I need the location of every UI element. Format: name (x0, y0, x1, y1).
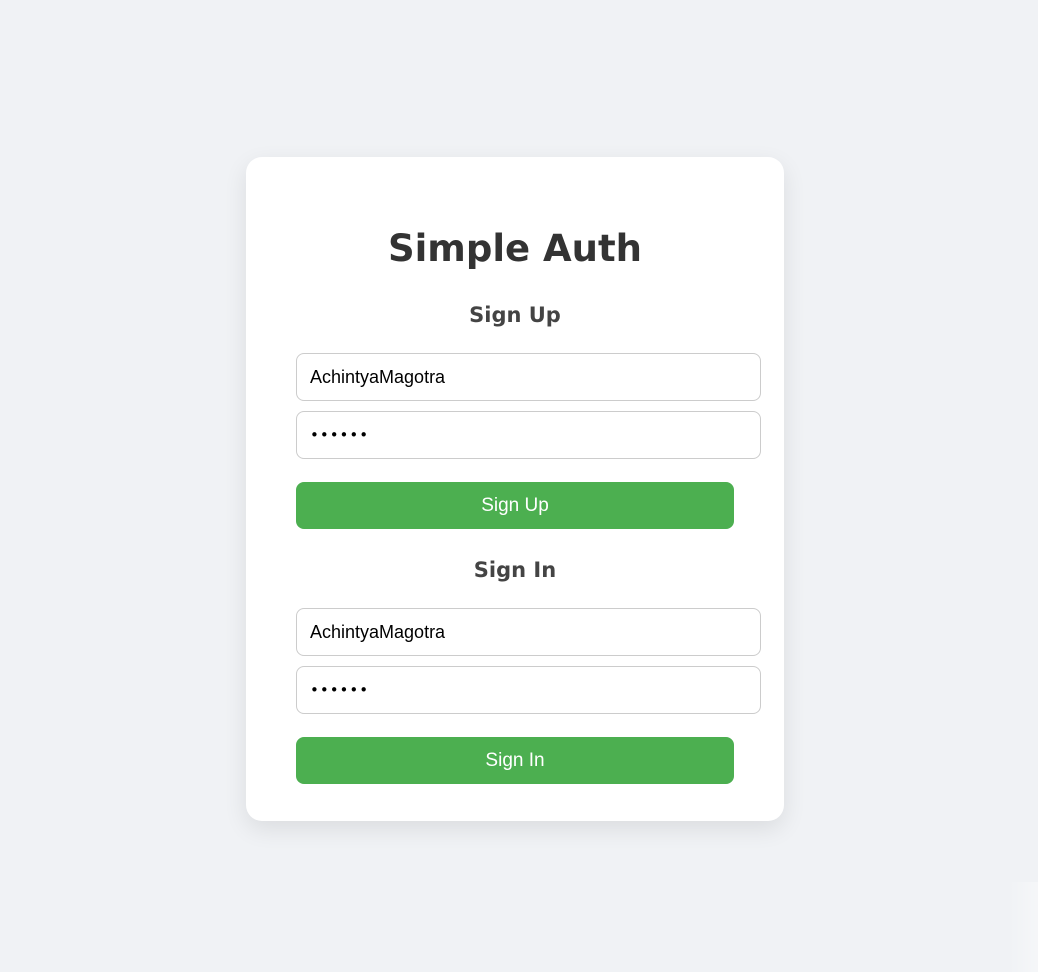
corner-decoration (1008, 882, 1038, 972)
signin-username-input[interactable] (296, 608, 761, 656)
signup-heading: Sign Up (469, 303, 561, 327)
signup-username-input[interactable] (296, 353, 761, 401)
signup-password-input[interactable] (296, 411, 761, 459)
page-title: Simple Auth (387, 227, 643, 270)
signin-button[interactable]: Sign In (296, 737, 734, 784)
auth-card: Simple Auth Sign Up Sign Up Sign In Sign… (246, 157, 784, 821)
signup-button[interactable]: Sign Up (296, 482, 734, 529)
signin-password-input[interactable] (296, 666, 761, 714)
signin-heading: Sign In (473, 558, 557, 582)
